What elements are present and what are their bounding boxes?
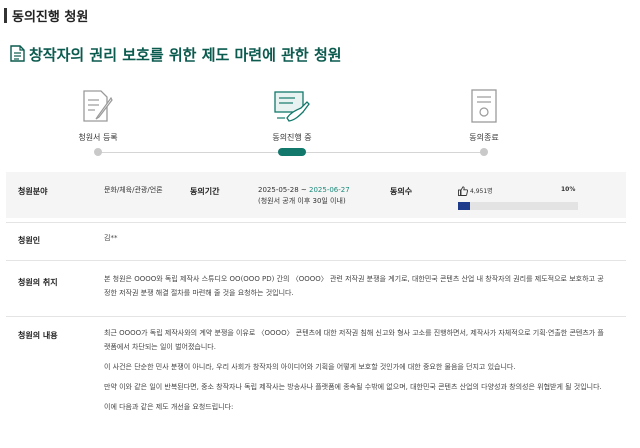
step-label: 동의종료 — [469, 133, 499, 142]
field-value: 문화/체육/관광/언론 — [104, 186, 163, 194]
agree-progress-bar — [458, 202, 578, 210]
step-label: 청원서 등록 — [78, 133, 118, 142]
step-dot — [94, 148, 102, 156]
agree-progress-fill — [458, 202, 470, 210]
period-end: 2025-06-27 — [309, 186, 350, 194]
agree-percent: 10% — [561, 186, 576, 193]
period-separator: ~ — [298, 186, 310, 194]
thumbs-up-icon — [458, 186, 468, 196]
content-paragraph: 최근 OOOO가 독립 제작사와의 계약 분쟁을 이유로 〈OOOO〉 콘텐츠에… — [104, 329, 604, 351]
hand-signing-icon — [274, 91, 310, 122]
purpose-text: 본 청원은 OOOO와 독립 제작사 스튜디오 OO(OOO PD) 간의 〈O… — [104, 275, 604, 297]
certificate-icon — [471, 89, 497, 123]
step-active-indicator — [278, 148, 306, 156]
content-paragraph: 이에 다음과 같은 제도 개선을 요청드립니다: — [104, 403, 234, 411]
page-header: 동의진행 청원 — [0, 0, 640, 30]
petitioner-row: 청원인 김** — [6, 222, 626, 261]
petitioner-label: 청원인 — [18, 236, 41, 245]
purpose-label: 청원의 취지 — [18, 278, 58, 287]
page-header-title: 동의진행 청원 — [12, 10, 89, 25]
period-start: 2025-05-28 — [258, 186, 299, 194]
period-value: 2025-05-28 ~ 2025-06-27 — [258, 185, 350, 195]
document-pen-icon — [83, 90, 113, 122]
progress-steps: 청원서 등록 동의진행 중 동의종료 — [0, 80, 640, 165]
step-dot — [480, 148, 488, 156]
petition-title-row: 창작자의 권리 보호를 위한 제도 마련에 관한 청원 — [10, 44, 630, 66]
field-label: 청원분야 — [18, 187, 48, 196]
content-paragraph: 이 사건은 단순한 민사 분쟁이 아니라, 우리 사회가 창작자의 아이디어와 … — [104, 363, 516, 371]
document-icon — [10, 45, 25, 62]
period-note: (청원서 공개 이후 30일 이내) — [258, 197, 346, 205]
purpose-row: 청원의 취지 본 청원은 OOOO와 독립 제작사 스튜디오 OO(OOO PD… — [6, 260, 626, 311]
step-finished: 동의종료 — [424, 80, 544, 156]
step-label: 동의진행 중 — [272, 133, 312, 142]
agree-count: 4,951명 — [470, 188, 493, 195]
step-registered: 청원서 등록 — [38, 80, 158, 156]
content-body: 최근 OOOO가 독립 제작사와의 계약 분쟁을 이유로 〈OOOO〉 콘텐츠에… — [104, 326, 604, 420]
petition-title: 창작자의 권리 보호를 위한 제도 마련에 관한 청원 — [29, 46, 342, 64]
content-label: 청원의 내용 — [18, 331, 58, 340]
content-row: 청원의 내용 최근 OOOO가 독립 제작사와의 계약 분쟁을 이유로 〈OOO… — [6, 316, 626, 448]
agree-label: 동의수 — [390, 187, 413, 196]
content-paragraph: 만약 이와 같은 일이 반복된다면, 중소 창작자나 독립 제작사는 방송사나 … — [104, 383, 602, 391]
petitioner-value: 김** — [104, 234, 118, 242]
step-in-progress: 동의진행 중 — [232, 80, 352, 156]
petition-info-panel: 청원분야 문화/체육/관광/언론 동의기간 2025-05-28 ~ 2025-… — [6, 172, 626, 218]
header-accent-bar — [4, 8, 7, 23]
period-label: 동의기간 — [190, 187, 220, 196]
